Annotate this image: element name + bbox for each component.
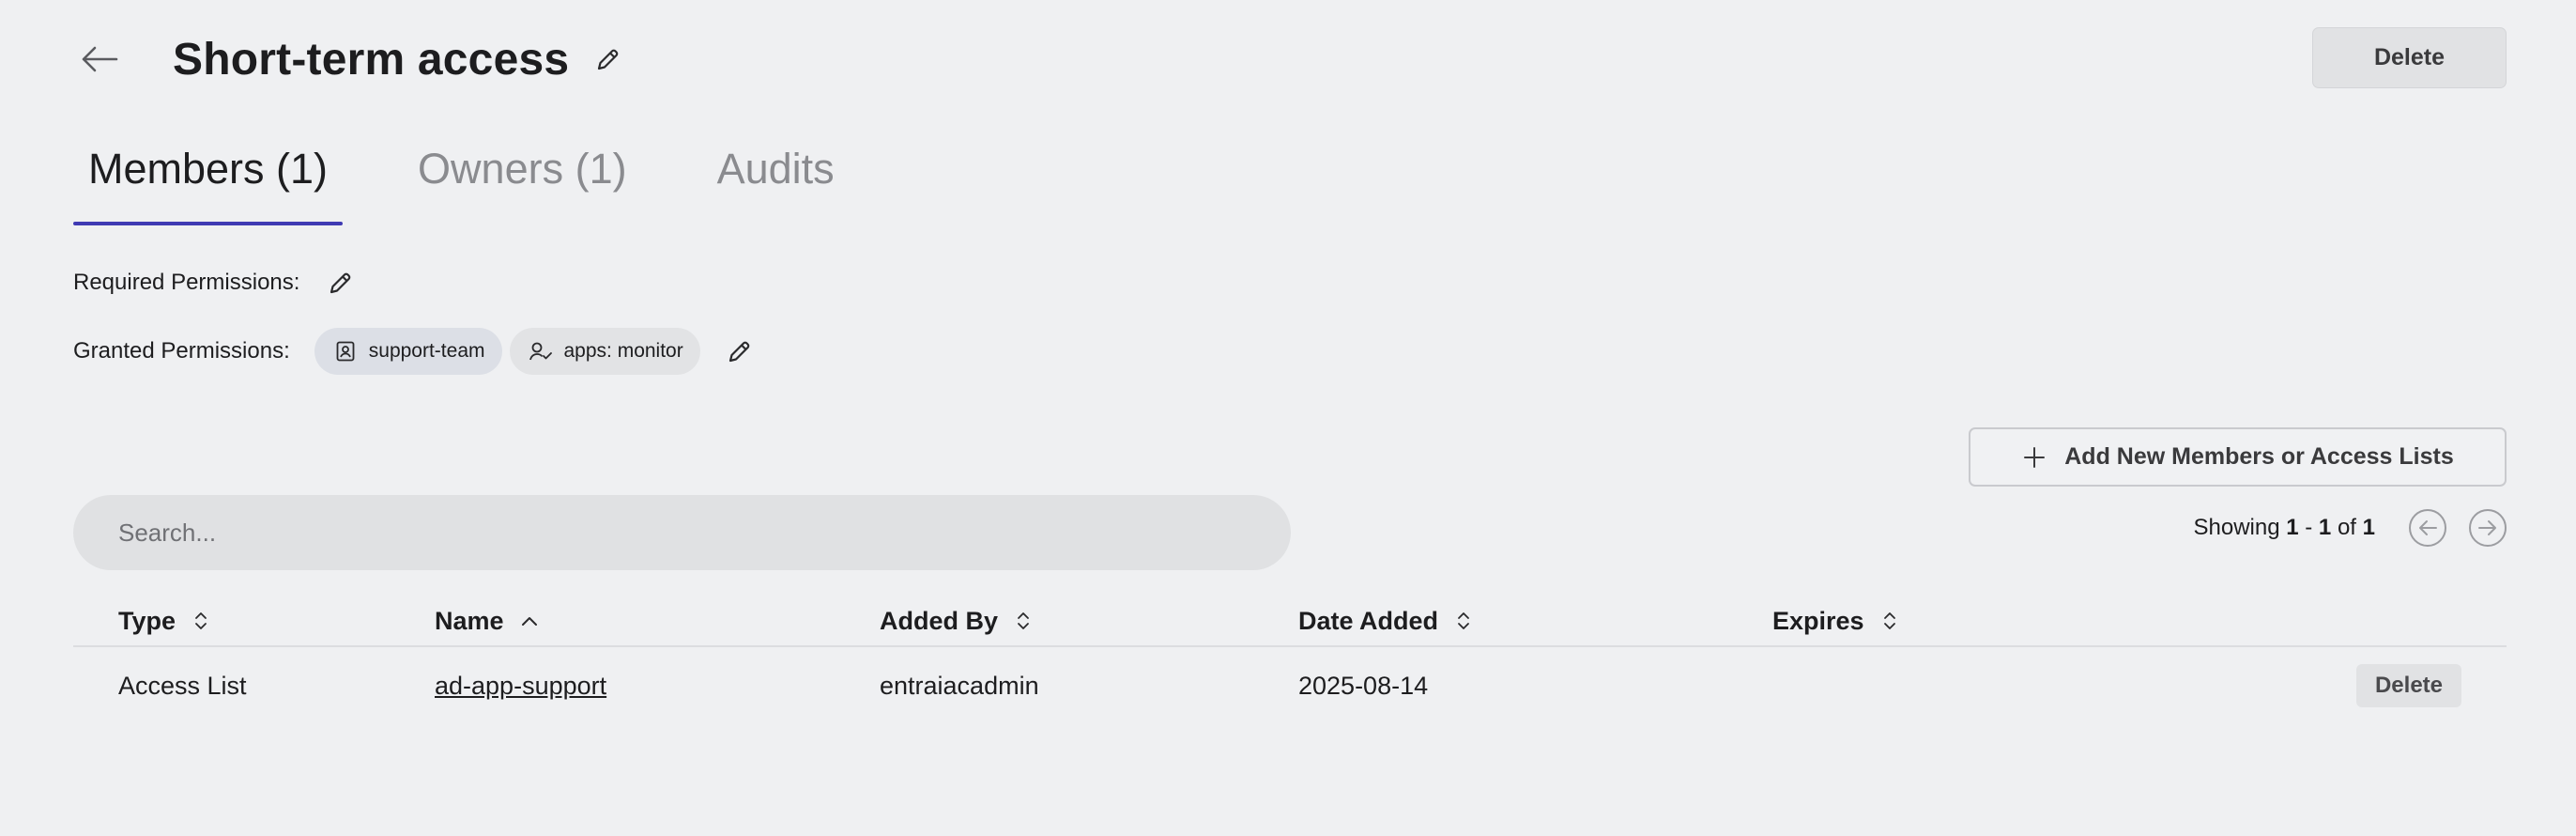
user-check-icon bbox=[529, 339, 553, 364]
plus-icon bbox=[2021, 444, 2047, 471]
search-input[interactable] bbox=[73, 495, 1291, 570]
sort-unsorted-icon bbox=[1453, 611, 1474, 631]
granted-permissions-row: Granted Permissions: support-team apps: … bbox=[73, 328, 757, 375]
edit-required-permissions-pencil-icon[interactable] bbox=[324, 266, 358, 300]
tab-members[interactable]: Members (1) bbox=[73, 132, 344, 225]
required-permissions-row: Required Permissions: bbox=[73, 264, 358, 302]
members-table: Type Name Added By Date Added Expires Ac… bbox=[73, 596, 2507, 724]
granted-permissions-label: Granted Permissions: bbox=[73, 338, 290, 364]
tab-audits[interactable]: Audits bbox=[702, 132, 850, 225]
cell-date-added: 2025-08-14 bbox=[1298, 671, 1429, 700]
permission-chip-role[interactable]: apps: monitor bbox=[509, 328, 700, 375]
delete-member-button[interactable]: Delete bbox=[2356, 664, 2461, 707]
permission-chip-group[interactable]: support-team bbox=[314, 328, 502, 375]
add-members-button-label: Add New Members or Access Lists bbox=[2064, 443, 2454, 470]
permission-chip-label: apps: monitor bbox=[563, 340, 683, 362]
column-header-type[interactable]: Type bbox=[73, 607, 435, 636]
column-header-expires[interactable]: Expires bbox=[1772, 607, 2148, 636]
table-row: Access List ad-app-support entraiacadmin… bbox=[73, 647, 2507, 724]
add-members-button[interactable]: Add New Members or Access Lists bbox=[1969, 427, 2507, 487]
tab-bar: Members (1) Owners (1) Audits bbox=[73, 132, 850, 225]
column-header-added-by[interactable]: Added By bbox=[880, 607, 1298, 636]
pagination-summary: Showing 1 - 1 of 1 bbox=[2193, 515, 2375, 540]
required-permissions-label: Required Permissions: bbox=[73, 270, 300, 295]
column-header-date-added[interactable]: Date Added bbox=[1298, 607, 1772, 636]
cell-added-by: entraiacadmin bbox=[880, 671, 1039, 700]
tab-owners[interactable]: Owners (1) bbox=[403, 132, 642, 225]
member-name-link[interactable]: ad-app-support bbox=[435, 672, 606, 700]
page-title: Short-term access bbox=[173, 34, 570, 85]
edit-granted-permissions-pencil-icon[interactable] bbox=[723, 334, 757, 368]
pagination: Showing 1 - 1 of 1 bbox=[2193, 507, 2507, 549]
edit-title-pencil-icon[interactable] bbox=[590, 40, 627, 78]
permission-chip-label: support-team bbox=[368, 340, 485, 362]
access-list-page: Short-term access Delete Members (1) Own… bbox=[0, 0, 2576, 836]
table-header: Type Name Added By Date Added Expires bbox=[73, 596, 2507, 647]
page-header: Short-term access bbox=[73, 26, 627, 92]
back-arrow-icon[interactable] bbox=[73, 33, 126, 85]
cell-name: ad-app-support bbox=[435, 672, 880, 701]
cell-type: Access List bbox=[118, 671, 247, 700]
sort-unsorted-icon bbox=[191, 611, 211, 631]
delete-access-list-button[interactable]: Delete bbox=[2312, 27, 2507, 88]
sort-unsorted-icon bbox=[1013, 611, 1034, 631]
column-header-name[interactable]: Name bbox=[435, 607, 880, 636]
group-badge-icon bbox=[333, 339, 358, 364]
previous-page-arrow-icon[interactable] bbox=[2409, 509, 2446, 547]
sort-ascending-icon bbox=[519, 611, 540, 631]
sort-unsorted-icon bbox=[1879, 611, 1900, 631]
next-page-arrow-icon[interactable] bbox=[2469, 509, 2507, 547]
